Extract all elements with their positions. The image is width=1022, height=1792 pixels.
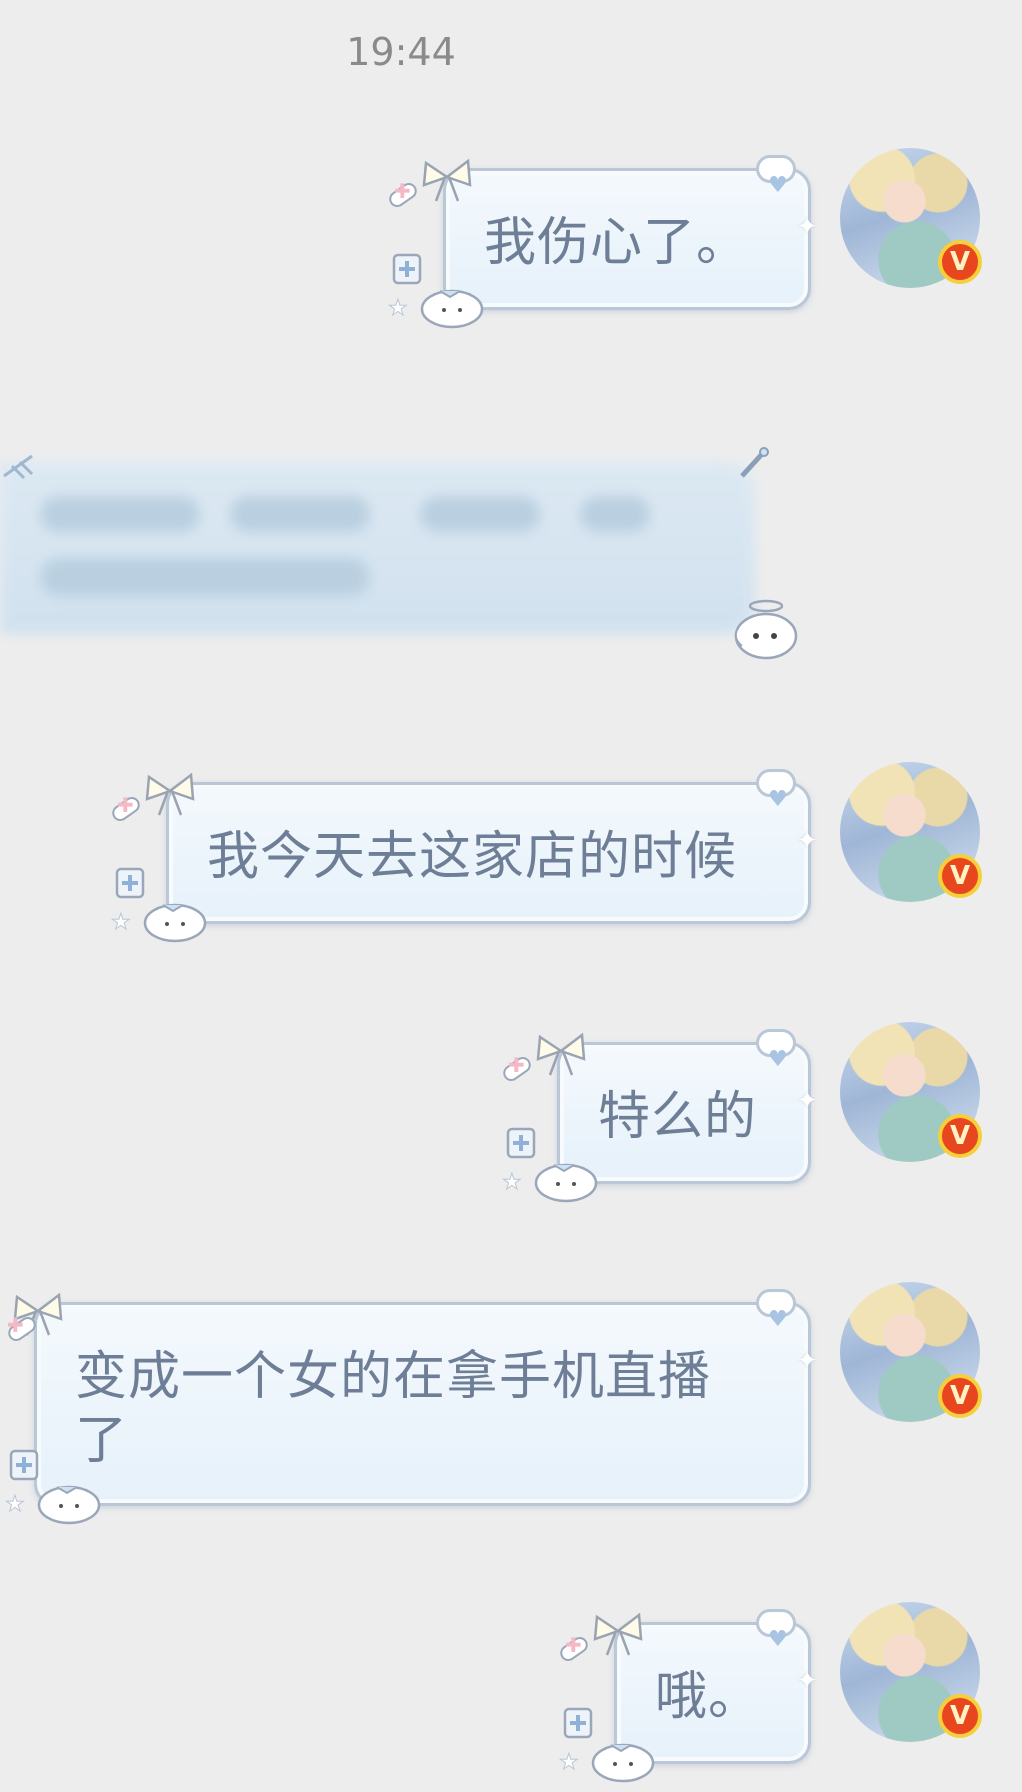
star-icon: ✦ (796, 1086, 818, 1116)
heart-icon (756, 1608, 796, 1672)
sparkle-icon: ✚ (394, 179, 411, 203)
bow-icon (145, 772, 195, 816)
bow-icon (422, 158, 472, 202)
star-icon: ✦ (796, 826, 818, 856)
dog-icon: ★ (559, 1707, 655, 1783)
chat-bubble[interactable]: 变成一个女的在拿手机直播了 ✦ ✚ ★ (5, 1288, 818, 1525)
vip-badge: V (938, 240, 982, 284)
star-icon: ✦ (796, 1666, 818, 1696)
chat-bubble[interactable]: 哦。 ✦ ✚ ★ (557, 1608, 818, 1783)
blurred-bubble (0, 462, 755, 634)
dog-icon: ★ (111, 867, 207, 943)
sparkle-icon: ✚ (508, 1053, 525, 1077)
timestamp: 19:44 (346, 30, 456, 74)
dog-icon: ★ (388, 253, 484, 329)
svg-text:★: ★ (388, 296, 408, 321)
vip-badge: V (938, 1694, 982, 1738)
message-text: 我今天去这家店的时候 (207, 827, 738, 887)
message-text: 变成一个女的在拿手机直播了 (75, 1347, 712, 1471)
avatar[interactable]: V (840, 1602, 982, 1742)
sparkle-icon: ✚ (565, 1633, 582, 1657)
avatar[interactable]: V (840, 148, 982, 288)
ribbon-icon (3, 454, 34, 480)
svg-text:★: ★ (559, 1750, 579, 1775)
bow-icon (536, 1032, 586, 1076)
message-text: 我伤心了。 (484, 213, 750, 273)
dog-icon: ★ (5, 1449, 101, 1525)
vip-badge: V (938, 854, 982, 898)
chat-bubble[interactable]: 特么的 ✦ ✚ ★ (500, 1028, 818, 1203)
vip-badge: V (938, 1114, 982, 1158)
vip-badge: V (938, 1374, 982, 1418)
svg-text:★: ★ (111, 910, 131, 935)
sparkle-icon: ✚ (117, 793, 134, 817)
svg-text:★: ★ (502, 1170, 522, 1195)
heart-icon (756, 1288, 796, 1352)
star-icon: ✦ (796, 212, 818, 242)
star-icon: ✦ (796, 1346, 818, 1376)
bow-icon (593, 1612, 643, 1656)
dog-icon: ★ (502, 1127, 598, 1203)
heart-icon (756, 768, 796, 832)
message-text: 特么的 (598, 1087, 758, 1147)
chat-bubble[interactable]: 我今天去这家店的时候 ✦ ✚ ★ (109, 768, 818, 943)
avatar[interactable]: V (840, 1282, 982, 1422)
heart-icon (756, 1028, 796, 1092)
angel-dog-icon (734, 599, 798, 660)
avatar[interactable]: V (840, 1022, 982, 1162)
chat-bubble[interactable]: 我伤心了。 ✦ ✚ ★ (386, 154, 818, 329)
syringe-icon (740, 447, 769, 478)
sparkle-icon: ✚ (7, 1313, 24, 1337)
avatar[interactable]: V (840, 762, 982, 902)
svg-text:★: ★ (5, 1492, 25, 1517)
message-text: 哦。 (655, 1667, 762, 1727)
heart-icon (756, 154, 796, 218)
